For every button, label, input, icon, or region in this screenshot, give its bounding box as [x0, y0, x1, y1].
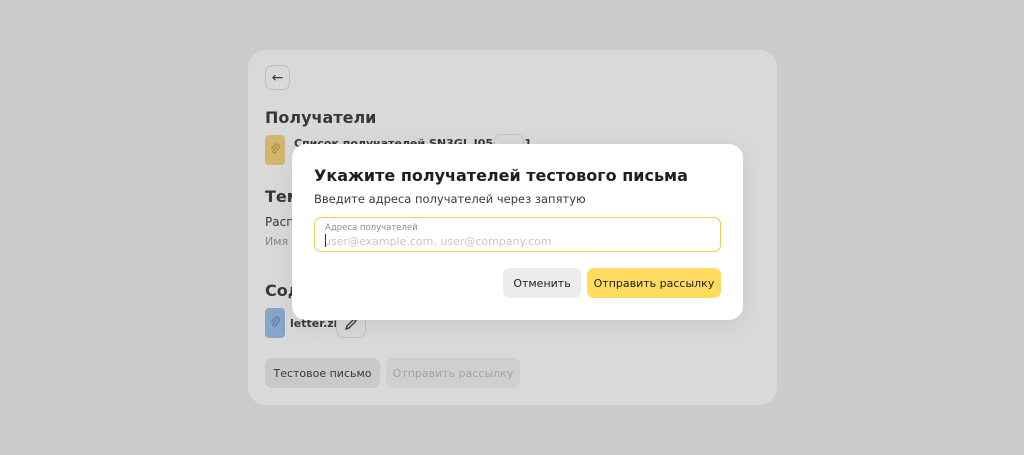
send-mailing-button[interactable]: Отправить рассылку: [587, 268, 721, 298]
page: ← Получатели Список получателей SN3GL J0…: [0, 0, 1024, 455]
recipients-field-label: Адреса получателей: [325, 223, 418, 233]
text-caret: [325, 234, 326, 247]
cancel-button[interactable]: Отменить: [503, 268, 581, 298]
dialog-subtitle: Введите адреса получателей через запятую: [314, 192, 586, 206]
recipients-input[interactable]: [324, 233, 709, 249]
recipients-field[interactable]: Адреса получателей: [314, 217, 721, 252]
test-letter-dialog: Укажите получателей тестового письма Вве…: [292, 144, 743, 320]
dialog-title: Укажите получателей тестового письма: [314, 166, 688, 185]
